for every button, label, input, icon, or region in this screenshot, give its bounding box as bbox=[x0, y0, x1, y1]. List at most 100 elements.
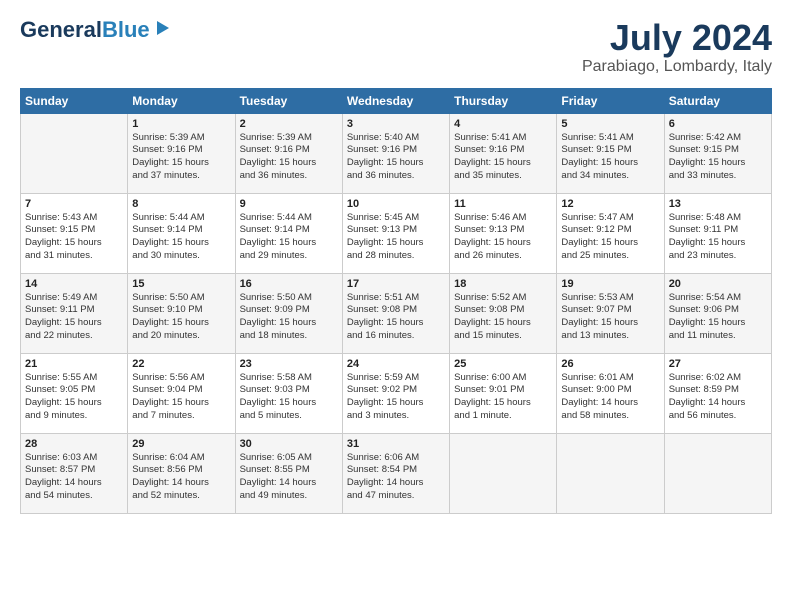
table-row: 1 Sunrise: 5:39 AM Sunset: 9:16 PM Daylig… bbox=[128, 113, 235, 193]
table-row: 2 Sunrise: 5:39 AM Sunset: 9:16 PM Daylig… bbox=[235, 113, 342, 193]
day-number: 26 bbox=[561, 358, 659, 370]
cell-info: Sunrise: 5:53 AM Sunset: 9:07 PM Dayligh… bbox=[561, 292, 659, 343]
cell-info: Sunrise: 5:58 AM Sunset: 9:03 PM Dayligh… bbox=[240, 372, 338, 423]
day-number: 1 bbox=[132, 118, 230, 130]
calendar-week-2: 7 Sunrise: 5:43 AM Sunset: 9:15 PM Daylig… bbox=[21, 193, 772, 273]
day-number: 28 bbox=[25, 438, 123, 450]
day-number: 4 bbox=[454, 118, 552, 130]
cell-info: Sunrise: 5:41 AM Sunset: 9:15 PM Dayligh… bbox=[561, 132, 659, 183]
title-block: July 2024 Parabiago, Lombardy, Italy bbox=[582, 18, 772, 76]
day-number: 13 bbox=[669, 198, 767, 210]
day-number: 29 bbox=[132, 438, 230, 450]
table-row: 30Sunrise: 6:05 AM Sunset: 8:55 PM Dayli… bbox=[235, 433, 342, 513]
table-row: 4 Sunrise: 5:41 AM Sunset: 9:16 PM Daylig… bbox=[450, 113, 557, 193]
col-friday: Friday bbox=[557, 88, 664, 113]
col-monday: Monday bbox=[128, 88, 235, 113]
table-row: 8 Sunrise: 5:44 AM Sunset: 9:14 PM Daylig… bbox=[128, 193, 235, 273]
table-row: 19 Sunrise: 5:53 AM Sunset: 9:07 PM Dayli… bbox=[557, 273, 664, 353]
day-number: 11 bbox=[454, 198, 552, 210]
cell-info: Sunrise: 5:43 AM Sunset: 9:15 PM Dayligh… bbox=[25, 212, 123, 263]
table-row: 24Sunrise: 5:59 AM Sunset: 9:02 PM Dayli… bbox=[342, 353, 449, 433]
table-row bbox=[450, 433, 557, 513]
cell-info: Sunrise: 5:39 AM Sunset: 9:16 PM Dayligh… bbox=[240, 132, 338, 183]
calendar-page: GeneralBlue July 2024 Parabiago, Lombard… bbox=[0, 0, 792, 524]
cell-info: Sunrise: 5:48 AM Sunset: 9:11 PM Dayligh… bbox=[669, 212, 767, 263]
table-row: 18Sunrise: 5:52 AM Sunset: 9:08 PM Dayli… bbox=[450, 273, 557, 353]
header-row: Sunday Monday Tuesday Wednesday Thursday… bbox=[21, 88, 772, 113]
day-number: 27 bbox=[669, 358, 767, 370]
table-row bbox=[557, 433, 664, 513]
logo: GeneralBlue bbox=[20, 18, 171, 42]
table-row bbox=[664, 433, 771, 513]
day-number: 25 bbox=[454, 358, 552, 370]
table-row: 6 Sunrise: 5:42 AM Sunset: 9:15 PM Daylig… bbox=[664, 113, 771, 193]
table-row: 10 Sunrise: 5:45 AM Sunset: 9:13 PM Dayli… bbox=[342, 193, 449, 273]
cell-info: Sunrise: 5:54 AM Sunset: 9:06 PM Dayligh… bbox=[669, 292, 767, 343]
day-number: 8 bbox=[132, 198, 230, 210]
table-row: 23Sunrise: 5:58 AM Sunset: 9:03 PM Dayli… bbox=[235, 353, 342, 433]
cell-info: Sunrise: 5:55 AM Sunset: 9:05 PM Dayligh… bbox=[25, 372, 123, 423]
cell-info: Sunrise: 5:40 AM Sunset: 9:16 PM Dayligh… bbox=[347, 132, 445, 183]
calendar-week-3: 14 Sunrise: 5:49 AM Sunset: 9:11 PM Dayli… bbox=[21, 273, 772, 353]
table-row: 9 Sunrise: 5:44 AM Sunset: 9:14 PM Daylig… bbox=[235, 193, 342, 273]
table-row: 29 Sunrise: 6:04 AM Sunset: 8:56 PM Dayli… bbox=[128, 433, 235, 513]
cell-info: Sunrise: 5:39 AM Sunset: 9:16 PM Dayligh… bbox=[132, 132, 230, 183]
month-year: July 2024 bbox=[582, 18, 772, 58]
cell-info: Sunrise: 5:46 AM Sunset: 9:13 PM Dayligh… bbox=[454, 212, 552, 263]
cell-info: Sunrise: 5:44 AM Sunset: 9:14 PM Dayligh… bbox=[240, 212, 338, 263]
table-row: 13 Sunrise: 5:48 AM Sunset: 9:11 PM Dayli… bbox=[664, 193, 771, 273]
cell-info: Sunrise: 5:56 AM Sunset: 9:04 PM Dayligh… bbox=[132, 372, 230, 423]
day-number: 20 bbox=[669, 278, 767, 290]
day-number: 19 bbox=[561, 278, 659, 290]
table-row: 14 Sunrise: 5:49 AM Sunset: 9:11 PM Dayli… bbox=[21, 273, 128, 353]
logo-text: GeneralBlue bbox=[20, 18, 150, 42]
day-number: 6 bbox=[669, 118, 767, 130]
table-row: 11 Sunrise: 5:46 AM Sunset: 9:13 PM Dayli… bbox=[450, 193, 557, 273]
day-number: 5 bbox=[561, 118, 659, 130]
day-number: 15 bbox=[132, 278, 230, 290]
day-number: 9 bbox=[240, 198, 338, 210]
cell-info: Sunrise: 6:04 AM Sunset: 8:56 PM Dayligh… bbox=[132, 452, 230, 503]
day-number: 30 bbox=[240, 438, 338, 450]
table-row: 25 Sunrise: 6:00 AM Sunset: 9:01 PM Dayli… bbox=[450, 353, 557, 433]
col-saturday: Saturday bbox=[664, 88, 771, 113]
cell-info: Sunrise: 5:47 AM Sunset: 9:12 PM Dayligh… bbox=[561, 212, 659, 263]
cell-info: Sunrise: 6:01 AM Sunset: 9:00 PM Dayligh… bbox=[561, 372, 659, 423]
cell-info: Sunrise: 5:59 AM Sunset: 9:02 PM Dayligh… bbox=[347, 372, 445, 423]
table-row: 27 Sunrise: 6:02 AM Sunset: 8:59 PM Dayli… bbox=[664, 353, 771, 433]
cell-info: Sunrise: 5:50 AM Sunset: 9:10 PM Dayligh… bbox=[132, 292, 230, 343]
table-row: 7 Sunrise: 5:43 AM Sunset: 9:15 PM Daylig… bbox=[21, 193, 128, 273]
table-row: 21Sunrise: 5:55 AM Sunset: 9:05 PM Dayli… bbox=[21, 353, 128, 433]
calendar-week-5: 28Sunrise: 6:03 AM Sunset: 8:57 PM Dayli… bbox=[21, 433, 772, 513]
day-number: 12 bbox=[561, 198, 659, 210]
cell-info: Sunrise: 5:52 AM Sunset: 9:08 PM Dayligh… bbox=[454, 292, 552, 343]
cell-info: Sunrise: 5:41 AM Sunset: 9:16 PM Dayligh… bbox=[454, 132, 552, 183]
col-wednesday: Wednesday bbox=[342, 88, 449, 113]
cell-info: Sunrise: 5:44 AM Sunset: 9:14 PM Dayligh… bbox=[132, 212, 230, 263]
header: GeneralBlue July 2024 Parabiago, Lombard… bbox=[20, 18, 772, 76]
table-row: 20 Sunrise: 5:54 AM Sunset: 9:06 PM Dayli… bbox=[664, 273, 771, 353]
cell-info: Sunrise: 5:45 AM Sunset: 9:13 PM Dayligh… bbox=[347, 212, 445, 263]
day-number: 2 bbox=[240, 118, 338, 130]
table-row: 28Sunrise: 6:03 AM Sunset: 8:57 PM Dayli… bbox=[21, 433, 128, 513]
logo-icon bbox=[153, 19, 171, 37]
cell-info: Sunrise: 5:49 AM Sunset: 9:11 PM Dayligh… bbox=[25, 292, 123, 343]
day-number: 10 bbox=[347, 198, 445, 210]
day-number: 7 bbox=[25, 198, 123, 210]
cell-info: Sunrise: 5:42 AM Sunset: 9:15 PM Dayligh… bbox=[669, 132, 767, 183]
table-row: 31Sunrise: 6:06 AM Sunset: 8:54 PM Dayli… bbox=[342, 433, 449, 513]
day-number: 31 bbox=[347, 438, 445, 450]
cell-info: Sunrise: 6:02 AM Sunset: 8:59 PM Dayligh… bbox=[669, 372, 767, 423]
table-row: 17Sunrise: 5:51 AM Sunset: 9:08 PM Dayli… bbox=[342, 273, 449, 353]
col-thursday: Thursday bbox=[450, 88, 557, 113]
table-row: 3 Sunrise: 5:40 AM Sunset: 9:16 PM Daylig… bbox=[342, 113, 449, 193]
cell-info: Sunrise: 5:51 AM Sunset: 9:08 PM Dayligh… bbox=[347, 292, 445, 343]
calendar-table: Sunday Monday Tuesday Wednesday Thursday… bbox=[20, 88, 772, 514]
col-sunday: Sunday bbox=[21, 88, 128, 113]
day-number: 14 bbox=[25, 278, 123, 290]
table-row: 12 Sunrise: 5:47 AM Sunset: 9:12 PM Dayli… bbox=[557, 193, 664, 273]
day-number: 3 bbox=[347, 118, 445, 130]
calendar-week-4: 21Sunrise: 5:55 AM Sunset: 9:05 PM Dayli… bbox=[21, 353, 772, 433]
cell-info: Sunrise: 6:00 AM Sunset: 9:01 PM Dayligh… bbox=[454, 372, 552, 423]
location: Parabiago, Lombardy, Italy bbox=[582, 58, 772, 76]
